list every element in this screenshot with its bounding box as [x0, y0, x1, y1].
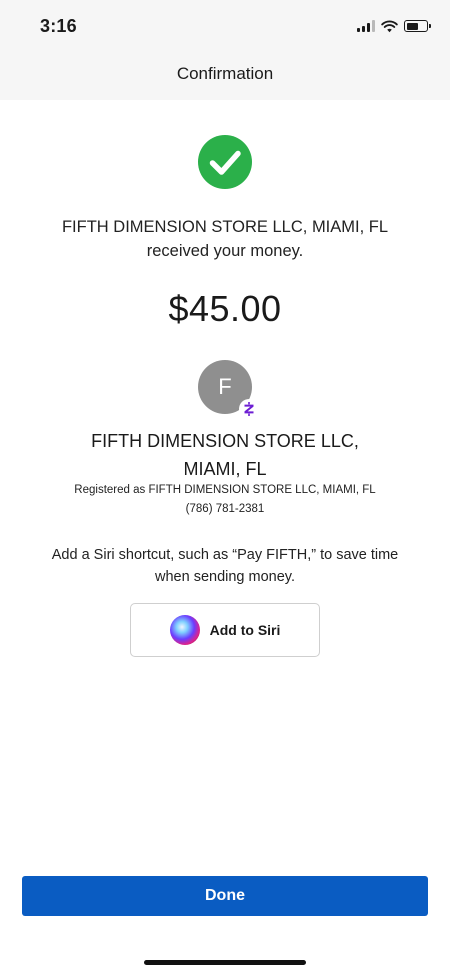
status-time: 3:16	[40, 16, 77, 36]
confirmation-message-line1: FIFTH DIMENSION STORE LLC, MIAMI, FL	[61, 218, 389, 236]
siri-prompt: Add a Siri shortcut, such as “Pay FIFTH,…	[30, 544, 420, 588]
status-icons	[357, 18, 431, 34]
siri-prompt-line1: Add a Siri shortcut, such as “Pay FIFTH,…	[51, 547, 399, 563]
siri-prompt-line2: when sending money.	[155, 569, 295, 585]
zelle-icon	[239, 399, 259, 419]
avatar-initial: F	[218, 374, 232, 399]
recipient-name-line1: FIFTH DIMENSION STORE LLC,	[91, 431, 359, 451]
wifi-icon	[381, 20, 398, 32]
status-bar: 3:16	[0, 0, 450, 54]
recipient-name-line2: MIAMI, FL	[183, 459, 267, 479]
siri-icon	[169, 615, 200, 645]
page-title: Confirmation	[176, 64, 274, 83]
add-to-siri-button[interactable]: Add to Siri	[130, 603, 320, 657]
check-circle-icon	[198, 135, 252, 189]
done-button[interactable]: Done	[22, 876, 428, 916]
cellular-signal-icon	[357, 20, 375, 32]
home-indicator[interactable]	[144, 960, 306, 965]
top-bar: 3:16 Confirmation	[0, 0, 450, 100]
recipient-name: FIFTH DIMENSION STORE LLC, MIAMI, FL	[20, 427, 430, 483]
battery-icon	[404, 20, 431, 32]
recipient-phone: (786) 781-2381	[185, 503, 265, 515]
add-to-siri-label: Add to Siri	[209, 622, 281, 638]
confirmation-message-line2: received your money.	[146, 242, 304, 260]
done-label: Done	[205, 887, 245, 904]
amount: $45.00	[168, 288, 282, 329]
registered-as: Registered as FIFTH DIMENSION STORE LLC,…	[74, 484, 376, 496]
